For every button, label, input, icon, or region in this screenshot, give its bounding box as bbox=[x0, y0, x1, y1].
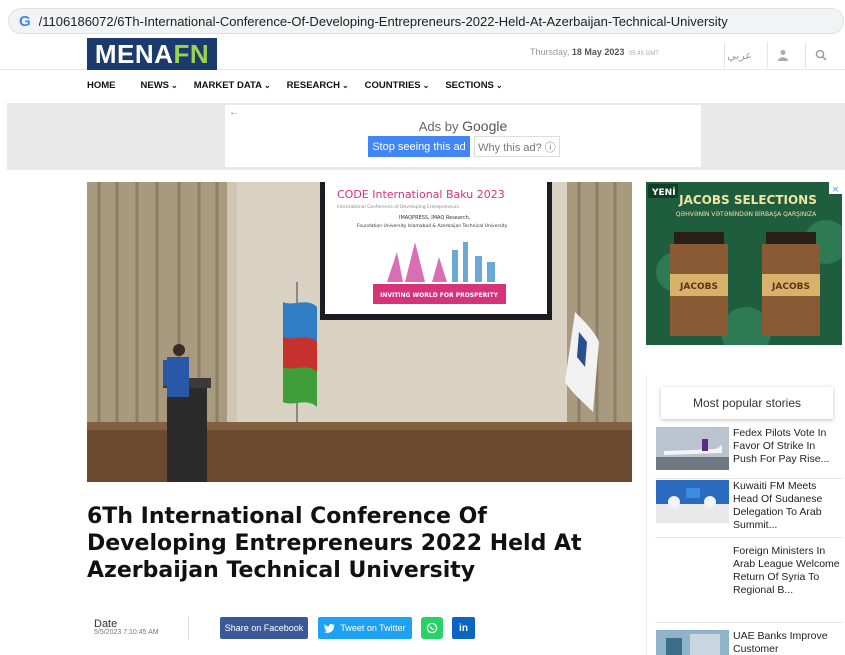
list-item[interactable]: Fedex Pilots Vote In Favor Of Strike In … bbox=[655, 427, 843, 479]
arabic-language-label: عربي bbox=[727, 49, 752, 62]
ad-subline: QƏHVƏNİN VƏTƏNİNDƏN BİRBAŞA QARŞINIZA bbox=[676, 211, 817, 218]
story-thumbnail bbox=[656, 480, 729, 523]
list-item[interactable]: Kuwaiti FM Meets Head Of Sudanese Delega… bbox=[655, 480, 843, 538]
article-date: 5/5/2023 7:10:45 AM bbox=[94, 629, 159, 636]
screen-subtitle: International Conference of Developing E… bbox=[337, 204, 460, 210]
close-icon[interactable]: × bbox=[832, 185, 840, 195]
story-thumbnail bbox=[656, 630, 729, 655]
list-item[interactable]: UAE Banks Improve Customer bbox=[655, 630, 843, 655]
user-button[interactable] bbox=[767, 42, 797, 68]
list-item[interactable]: Foreign Ministers In Arab League Welcome… bbox=[655, 545, 843, 623]
header-date: Thursday, 18 May 2023 05:45 GMT bbox=[530, 47, 659, 57]
chevron-down-icon: ⌄ bbox=[171, 81, 178, 90]
nav-item-home[interactable]: HOME bbox=[87, 80, 116, 91]
twitter-bird-icon bbox=[324, 623, 336, 633]
google-favicon-icon: G bbox=[19, 12, 31, 30]
most-popular-section: Most popular stories Fedex Pilots Vote I… bbox=[646, 375, 843, 655]
screen-org-1: IMAQPRESS, IMAQ Research, bbox=[399, 215, 471, 221]
why-this-ad-button[interactable]: Why this ad? ⓘ bbox=[474, 136, 560, 157]
logo-part-2: FN bbox=[173, 39, 210, 69]
story-thumbnail bbox=[656, 427, 729, 470]
story-title: UAE Banks Improve Customer bbox=[733, 630, 828, 655]
article-hero-image: CODE International Baku 2023 Internation… bbox=[87, 182, 632, 482]
share-twitter-button[interactable]: Tweet on Twitter bbox=[318, 617, 412, 639]
story-title: Foreign Ministers In Arab League Welcome… bbox=[733, 545, 840, 596]
site-header: MENA FN Thursday, 18 May 2023 05:45 GMT ع… bbox=[0, 36, 845, 70]
screen-title: CODE International Baku 2023 bbox=[337, 188, 505, 201]
meta-divider bbox=[188, 616, 189, 640]
stop-seeing-ad-button[interactable]: Stop seeing this ad bbox=[368, 136, 470, 157]
ad-headline: JACOBS SELECTIONS bbox=[678, 193, 817, 207]
chevron-down-icon: ⌄ bbox=[341, 81, 349, 90]
whatsapp-icon bbox=[426, 622, 438, 634]
menafn-logo[interactable]: MENA FN bbox=[87, 38, 217, 70]
linkedin-icon: in bbox=[459, 622, 468, 634]
story-title: Fedex Pilots Vote In Favor Of Strike In … bbox=[733, 427, 830, 465]
nav-item-research[interactable]: RESEARCH ⌄ bbox=[287, 80, 349, 91]
header-date-value: 18 May 2023 bbox=[571, 47, 625, 57]
screen-banner: INVITING WORLD FOR PROSPERITY bbox=[380, 292, 499, 299]
ad-brand-1: JACOBS bbox=[679, 282, 718, 292]
story-title: Kuwaiti FM Meets Head Of Sudanese Delega… bbox=[733, 480, 823, 531]
header-date-day: Thursday, bbox=[530, 47, 570, 57]
url-text[interactable]: /1106186072/6Th-International-Conference… bbox=[39, 14, 728, 29]
search-icon bbox=[815, 49, 827, 61]
ad-badge: YENİ bbox=[651, 187, 676, 198]
header-date-time: 05:45 GMT bbox=[628, 51, 659, 57]
address-bar[interactable]: G /1106186072/6Th-International-Conferen… bbox=[8, 8, 844, 34]
main-nav: HOME NEWS ⌄ MARKET DATA ⌄ RESEARCH ⌄ COUNTR… bbox=[87, 80, 519, 91]
most-popular-title: Most popular stories bbox=[661, 387, 833, 419]
nav-item-market-data[interactable]: MARKET DATA ⌄ bbox=[194, 80, 271, 91]
google-ad-box: ← Ads by Google Stop seeing this ad Why … bbox=[225, 105, 701, 167]
arabic-language-button[interactable]: عربي bbox=[724, 42, 754, 68]
share-facebook-button[interactable]: Share on Facebook bbox=[220, 617, 308, 639]
search-button[interactable] bbox=[805, 42, 835, 68]
share-linkedin-button[interactable]: in bbox=[452, 617, 475, 639]
share-whatsapp-button[interactable] bbox=[421, 617, 443, 639]
ad-brand-2: JACOBS bbox=[771, 282, 810, 292]
screen-org-2: Foundation University Islamabad & Azerba… bbox=[357, 223, 508, 229]
nav-item-news[interactable]: NEWS ⌄ bbox=[141, 80, 178, 91]
chevron-down-icon: ⌄ bbox=[422, 81, 430, 90]
logo-part-1: MENA bbox=[94, 39, 174, 69]
side-advertisement[interactable]: YENİ JACOBS SELECTIONS QƏHVƏNİN VƏTƏNİND… bbox=[646, 182, 842, 345]
ads-by-google: Ads by Google bbox=[418, 118, 508, 134]
article-title: 6Th International Conference Of Developi… bbox=[87, 504, 582, 583]
chevron-down-icon: ⌄ bbox=[263, 81, 271, 90]
nav-item-countries[interactable]: COUNTRIES ⌄ bbox=[365, 80, 430, 91]
user-icon bbox=[777, 50, 788, 61]
back-arrow-icon[interactable]: ← bbox=[229, 107, 239, 118]
chevron-down-icon: ⌄ bbox=[495, 81, 503, 90]
nav-item-sections[interactable]: SECTIONS ⌄ bbox=[445, 80, 502, 91]
